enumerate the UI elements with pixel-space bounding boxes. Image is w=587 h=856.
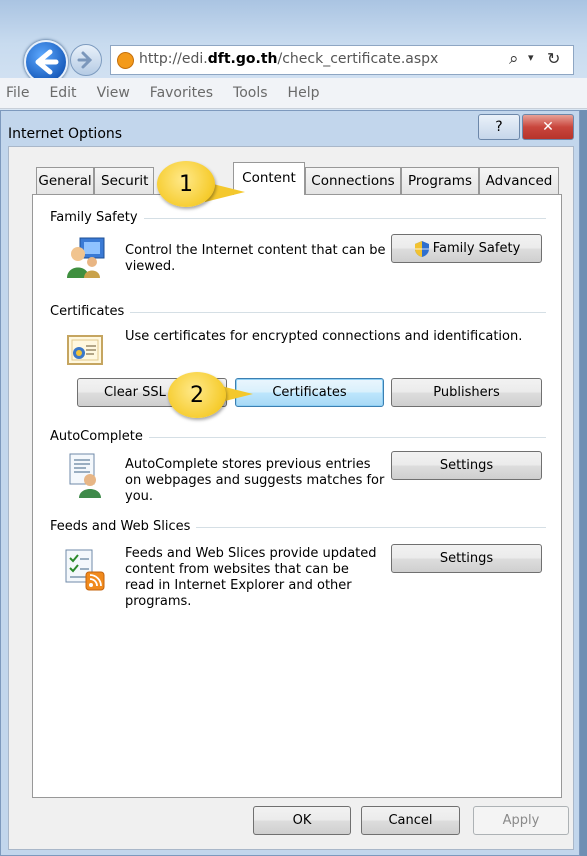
feeds-description: Feeds and Web Slices provide updated con… — [125, 546, 377, 609]
tab-connections[interactable]: Connections — [305, 167, 401, 194]
arrow-right-icon — [77, 51, 93, 69]
close-icon: ✕ — [542, 119, 554, 135]
menu-file[interactable]: File — [6, 78, 29, 108]
tab-security[interactable]: Securit — [94, 167, 154, 194]
dropdown-arrow-icon[interactable]: ▾ — [528, 51, 534, 64]
url-prefix: http://edi. — [139, 51, 208, 67]
tab-general[interactable]: General — [36, 167, 94, 194]
search-icon[interactable]: ⌕ — [509, 49, 519, 69]
ok-button[interactable]: OK — [253, 806, 351, 835]
clear-ssl-state-label: Clear SSL — [104, 385, 166, 400]
dialog-title: Internet Options — [8, 126, 123, 142]
group-autocomplete: AutoComplete — [50, 429, 149, 444]
url-path: /check_certificate.aspx — [277, 51, 439, 67]
group-family-safety: Family Safety — [50, 210, 144, 225]
autocomplete-settings-button[interactable]: Settings — [391, 451, 542, 480]
group-certificates: Certificates — [50, 304, 131, 319]
tab-advanced[interactable]: Advanced — [479, 167, 559, 194]
family-safety-description: Control the Internet content that can be… — [125, 243, 386, 274]
publishers-button[interactable]: Publishers — [391, 378, 542, 407]
certificates-description: Use certificates for encrypted connectio… — [125, 329, 523, 344]
url-domain: dft.go.th — [207, 51, 278, 67]
menu-favorites[interactable]: Favorites — [150, 78, 213, 108]
shield-icon — [414, 240, 429, 257]
feeds-icon — [65, 549, 105, 591]
url-text[interactable]: http://edi.dft.go.th/check_certificate.a… — [139, 51, 438, 67]
family-safety-icon — [67, 237, 105, 278]
help-icon: ? — [495, 119, 503, 135]
address-bar[interactable]: http://edi.dft.go.th/check_certificate.a… — [110, 45, 574, 75]
forward-button[interactable] — [70, 44, 102, 76]
certificates-button[interactable]: Certificates — [235, 378, 384, 407]
family-safety-button-label: Family Safety — [432, 241, 521, 256]
family-safety-button[interactable]: Family Safety — [391, 234, 542, 263]
tab-programs[interactable]: Programs — [401, 167, 479, 194]
menu-view[interactable]: View — [97, 78, 130, 108]
certificate-icon — [67, 335, 103, 365]
menu-help[interactable]: Help — [288, 78, 320, 108]
autocomplete-icon — [69, 453, 101, 498]
close-button[interactable]: ✕ — [522, 114, 574, 140]
group-feeds-web-slices: Feeds and Web Slices — [50, 519, 197, 534]
menu-edit[interactable]: Edit — [49, 78, 76, 108]
site-icon — [117, 52, 134, 69]
step-1-callout: 1 — [157, 161, 215, 207]
menu-bar: File Edit View Favorites Tools Help — [0, 78, 587, 109]
help-button[interactable]: ? — [478, 114, 520, 140]
cancel-button[interactable]: Cancel — [361, 806, 460, 835]
autocomplete-description: AutoComplete stores previous entries on … — [125, 457, 385, 504]
refresh-icon[interactable]: ↻ — [547, 49, 560, 68]
arrow-left-icon — [35, 49, 59, 75]
menu-tools[interactable]: Tools — [233, 78, 268, 108]
apply-button: Apply — [473, 806, 569, 835]
feeds-settings-button[interactable]: Settings — [391, 544, 542, 573]
step-2-callout: 2 — [168, 372, 226, 418]
